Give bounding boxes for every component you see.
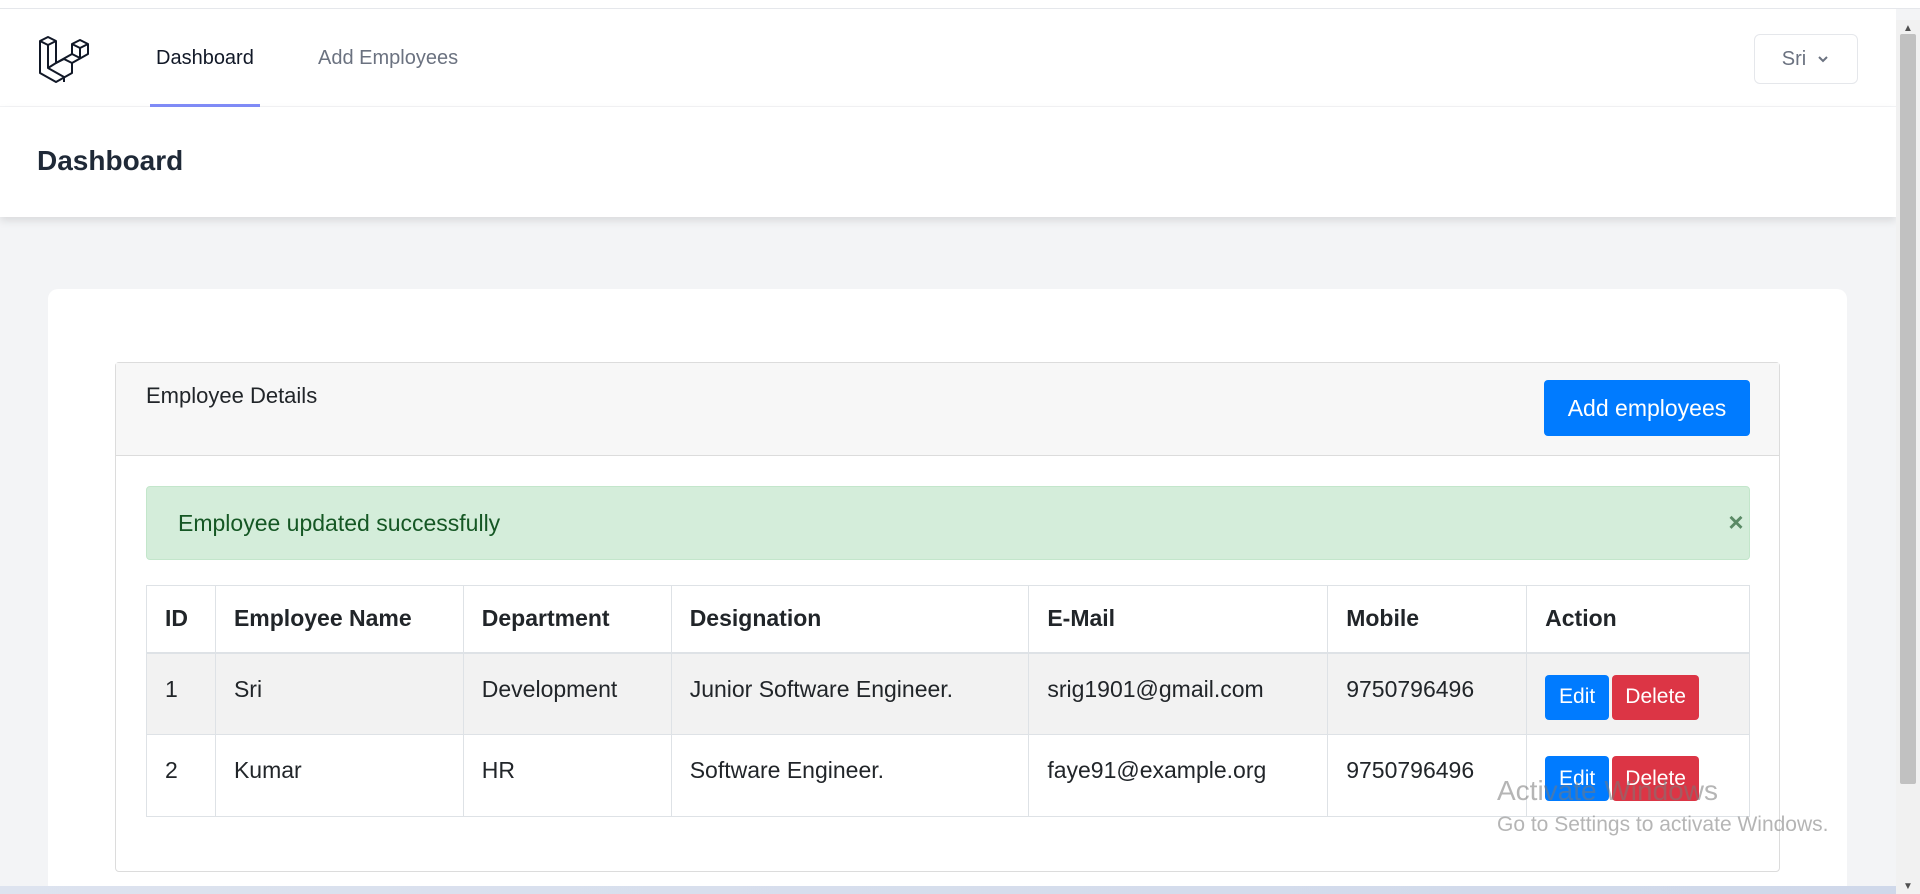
column-header-id: ID bbox=[146, 585, 216, 654]
top-navbar: Dashboard Add Employees Sri bbox=[0, 9, 1896, 107]
cell-id: 1 bbox=[146, 652, 216, 735]
column-header-email: E-Mail bbox=[1028, 585, 1329, 654]
table-row: 1 Sri Development Junior Software Engine… bbox=[146, 652, 1750, 735]
nav-link-add-employees[interactable]: Add Employees bbox=[318, 9, 458, 107]
vertical-scrollbar[interactable]: ▲ ▼ bbox=[1896, 20, 1920, 894]
windows-activation-watermark: Activate Windows Go to Settings to activ… bbox=[1497, 775, 1829, 837]
cell-designation: Junior Software Engineer. bbox=[670, 652, 1030, 735]
watermark-subtitle: Go to Settings to activate Windows. bbox=[1497, 813, 1829, 836]
column-header-department: Department bbox=[462, 585, 672, 654]
cell-email: srig1901@gmail.com bbox=[1028, 652, 1329, 735]
cell-employee-name: Sri bbox=[214, 652, 464, 735]
column-header-employee-name: Employee Name bbox=[214, 585, 464, 654]
table-header-row: ID Employee Name Department Designation … bbox=[146, 585, 1750, 654]
add-employees-button[interactable]: Add employees bbox=[1544, 380, 1750, 436]
panel-header: Employee Details Add employees bbox=[116, 363, 1779, 456]
cell-department: Development bbox=[462, 652, 672, 735]
page-title: Dashboard bbox=[37, 145, 184, 176]
laravel-logo-icon[interactable] bbox=[38, 33, 90, 83]
browser-top-strip bbox=[0, 0, 1920, 9]
edit-button[interactable]: Edit bbox=[1545, 674, 1610, 720]
scrollbar-thumb[interactable] bbox=[1900, 34, 1916, 784]
column-header-action: Action bbox=[1526, 585, 1750, 654]
chevron-down-icon bbox=[1818, 56, 1828, 63]
cell-department: HR bbox=[462, 734, 672, 817]
column-header-mobile: Mobile bbox=[1327, 585, 1528, 654]
success-alert: Employee updated successfully × bbox=[146, 486, 1750, 560]
cell-email: faye91@example.org bbox=[1028, 734, 1329, 817]
user-name: Sri bbox=[1781, 47, 1807, 70]
nav-link-dashboard[interactable]: Dashboard bbox=[150, 9, 260, 107]
panel-title: Employee Details bbox=[146, 383, 318, 408]
watermark-title: Activate Windows bbox=[1497, 775, 1718, 806]
cell-mobile: 9750796496 bbox=[1327, 652, 1528, 735]
cell-employee-name: Kumar bbox=[214, 734, 464, 817]
delete-button[interactable]: Delete bbox=[1612, 674, 1700, 720]
cell-action: Edit Delete bbox=[1526, 652, 1750, 735]
scroll-down-arrow-icon[interactable]: ▼ bbox=[1896, 878, 1920, 894]
bottom-edge-strip bbox=[0, 886, 1896, 894]
page-header: Dashboard bbox=[0, 107, 1896, 217]
user-menu-dropdown[interactable]: Sri bbox=[1754, 34, 1858, 84]
alert-message: Employee updated successfully bbox=[178, 510, 501, 536]
cell-id: 2 bbox=[146, 734, 216, 817]
close-icon[interactable]: × bbox=[1723, 507, 1749, 537]
cell-designation: Software Engineer. bbox=[670, 734, 1030, 817]
column-header-designation: Designation bbox=[670, 585, 1030, 654]
